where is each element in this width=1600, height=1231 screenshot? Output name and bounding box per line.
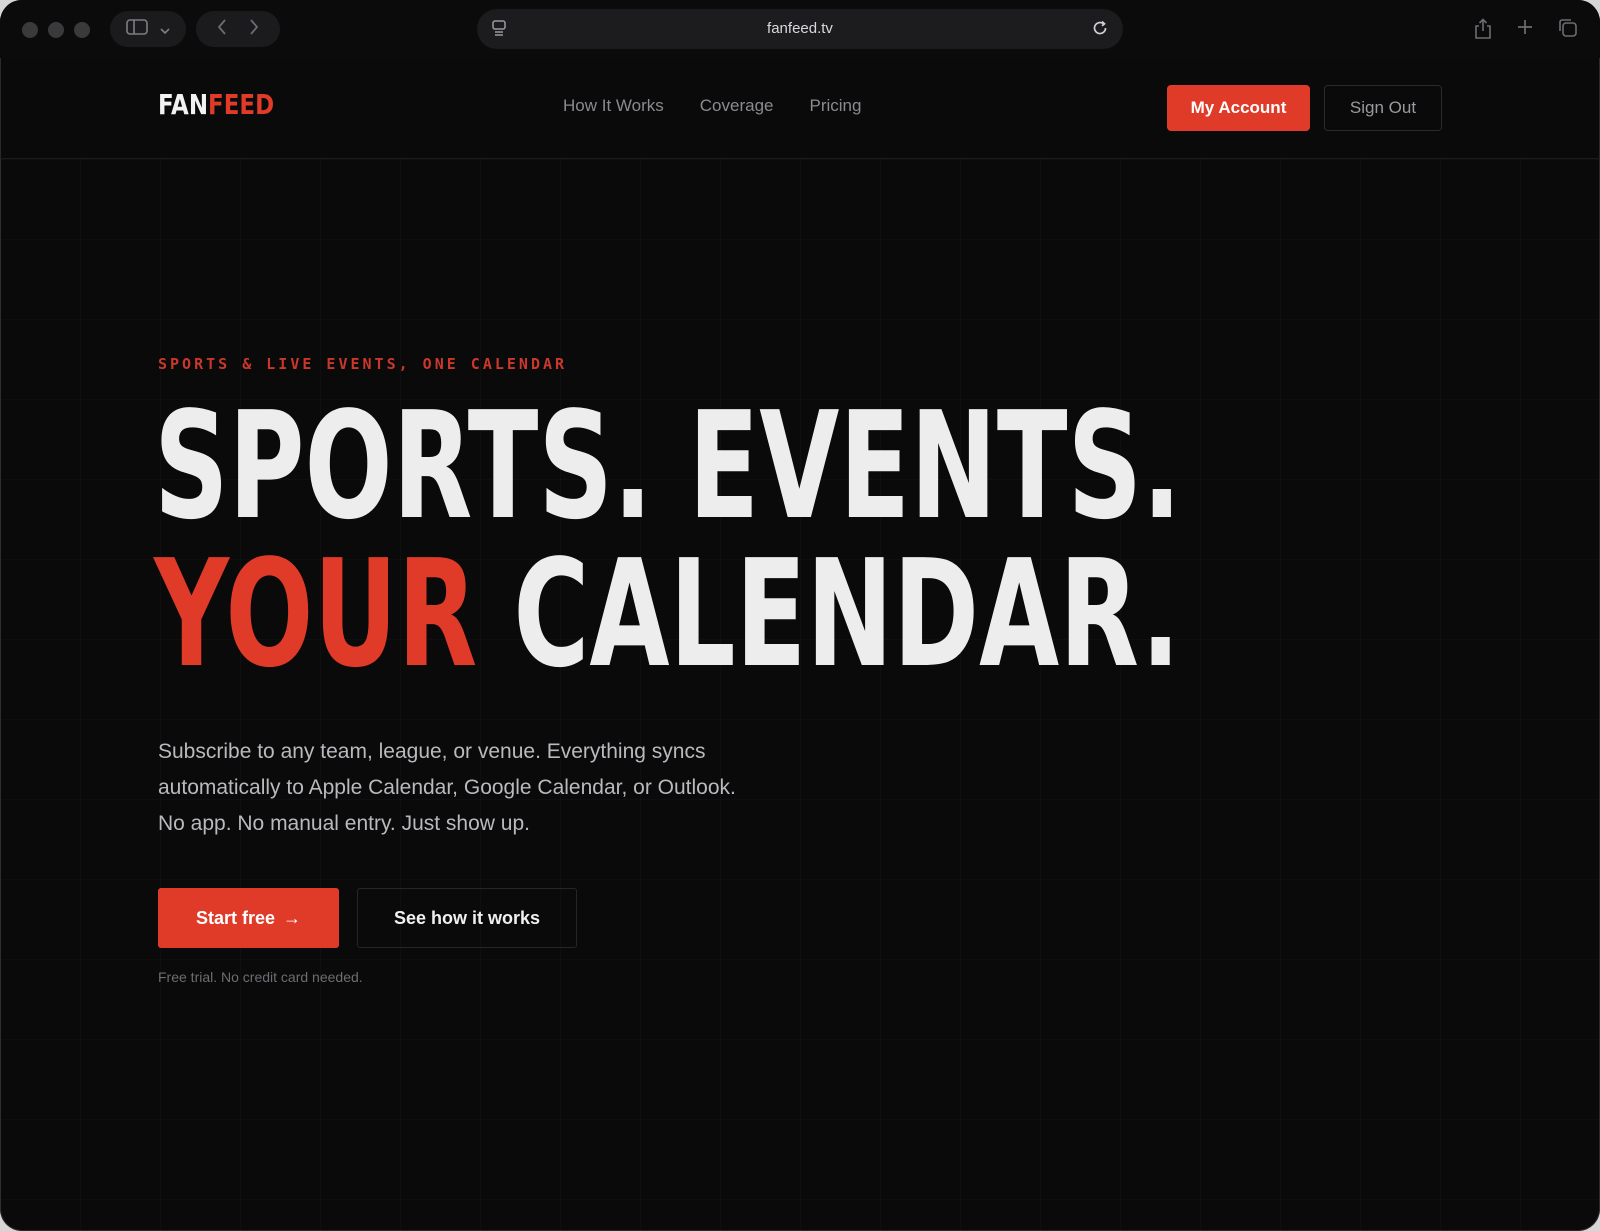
fanfeed-logo[interactable]: FANFEED bbox=[158, 88, 274, 121]
zoom-window-button[interactable] bbox=[74, 22, 90, 38]
reload-icon[interactable] bbox=[1091, 19, 1109, 42]
hero-description: Subscribe to any team, league, or venue.… bbox=[158, 740, 736, 835]
tab-overview-icon[interactable] bbox=[1558, 18, 1578, 45]
my-account-button[interactable]: My Account bbox=[1167, 85, 1310, 131]
window-controls bbox=[22, 22, 90, 38]
main-navigation: How It Works Coverage Pricing bbox=[563, 96, 861, 116]
hero-eyebrow: SPORTS & LIVE EVENTS, ONE CALENDAR bbox=[158, 355, 568, 373]
share-icon[interactable] bbox=[1474, 18, 1492, 45]
history-navigation bbox=[196, 11, 280, 47]
arrow-right-icon: → bbox=[283, 907, 302, 928]
sign-out-button[interactable]: Sign Out bbox=[1324, 85, 1442, 131]
see-how-it-works-button[interactable]: See how it works bbox=[357, 888, 577, 948]
close-window-button[interactable] bbox=[22, 22, 38, 38]
browser-toolbar: fanfeed.tv bbox=[0, 0, 1600, 58]
headline-line-2: YOUR CALENDAR. bbox=[154, 540, 1182, 688]
toolbar-actions bbox=[1474, 18, 1578, 45]
back-icon[interactable] bbox=[217, 19, 227, 39]
hero-headline: SPORTS. EVENTS. YOUR CALENDAR. bbox=[154, 392, 1182, 688]
browser-window: fanfeed.tv FANFEED How It Works Coverage… bbox=[0, 0, 1600, 1231]
nav-link-coverage[interactable]: Coverage bbox=[700, 96, 774, 116]
minimize-window-button[interactable] bbox=[48, 22, 64, 38]
headline-line-1: SPORTS. EVENTS. bbox=[154, 380, 1182, 552]
sidebar-toggle-button[interactable] bbox=[110, 11, 186, 47]
new-tab-icon[interactable] bbox=[1516, 18, 1534, 45]
headline-accent-word: YOUR bbox=[154, 528, 478, 700]
nav-link-how-it-works[interactable]: How It Works bbox=[563, 96, 664, 116]
logo-text-fan: FAN bbox=[158, 88, 209, 121]
start-free-button[interactable]: Start free → bbox=[158, 888, 339, 948]
address-bar[interactable]: fanfeed.tv bbox=[477, 9, 1123, 49]
headline-line-2-rest: CALENDAR. bbox=[477, 528, 1181, 700]
logo-text-feed: FEED bbox=[208, 88, 275, 121]
nav-link-pricing[interactable]: Pricing bbox=[809, 96, 861, 116]
free-trial-note: Free trial. No credit card needed. bbox=[158, 969, 363, 985]
start-free-label: Start free bbox=[195, 907, 276, 928]
forward-icon[interactable] bbox=[249, 19, 259, 39]
chevron-down-icon bbox=[160, 20, 170, 39]
url-text: fanfeed.tv bbox=[767, 20, 833, 37]
site-header: FANFEED How It Works Coverage Pricing My… bbox=[0, 58, 1600, 159]
sidebar-icon bbox=[126, 19, 148, 39]
